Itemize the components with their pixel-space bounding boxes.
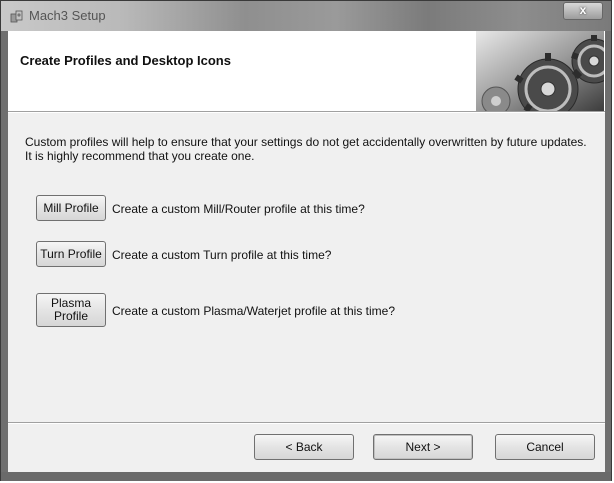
plasma-profile-label: Create a custom Plasma/Waterjet profile … [112, 304, 395, 318]
header-divider [8, 111, 605, 113]
window-title: Mach3 Setup [29, 8, 106, 23]
footer-divider [8, 422, 605, 424]
window-bottom-edge [1, 472, 611, 481]
cancel-button[interactable]: Cancel [495, 434, 595, 460]
close-button[interactable]: x [563, 2, 603, 20]
turn-profile-label: Create a custom Turn profile at this tim… [112, 248, 332, 262]
title-bar[interactable]: Mach3 Setup x [1, 1, 611, 31]
plasma-profile-button[interactable]: Plasma Profile [36, 293, 106, 327]
gears-icon [476, 31, 604, 111]
back-button[interactable]: < Back [254, 434, 354, 460]
mill-profile-label: Create a custom Mill/Router profile at t… [112, 202, 365, 216]
wizard-header: Create Profiles and Desktop Icons [8, 31, 605, 111]
next-button[interactable]: Next > [373, 434, 473, 460]
wizard-body: Create Profiles and Desktop Icons Custom… [8, 31, 605, 472]
app-icon [10, 10, 23, 23]
setup-window: Mach3 Setup x Create Profiles and Deskto… [0, 0, 612, 481]
close-icon: x [579, 3, 587, 17]
page-title: Create Profiles and Desktop Icons [20, 53, 231, 68]
intro-text: Custom profiles will help to ensure that… [25, 135, 587, 163]
turn-profile-button[interactable]: Turn Profile [36, 241, 106, 267]
mill-profile-button[interactable]: Mill Profile [36, 195, 106, 221]
